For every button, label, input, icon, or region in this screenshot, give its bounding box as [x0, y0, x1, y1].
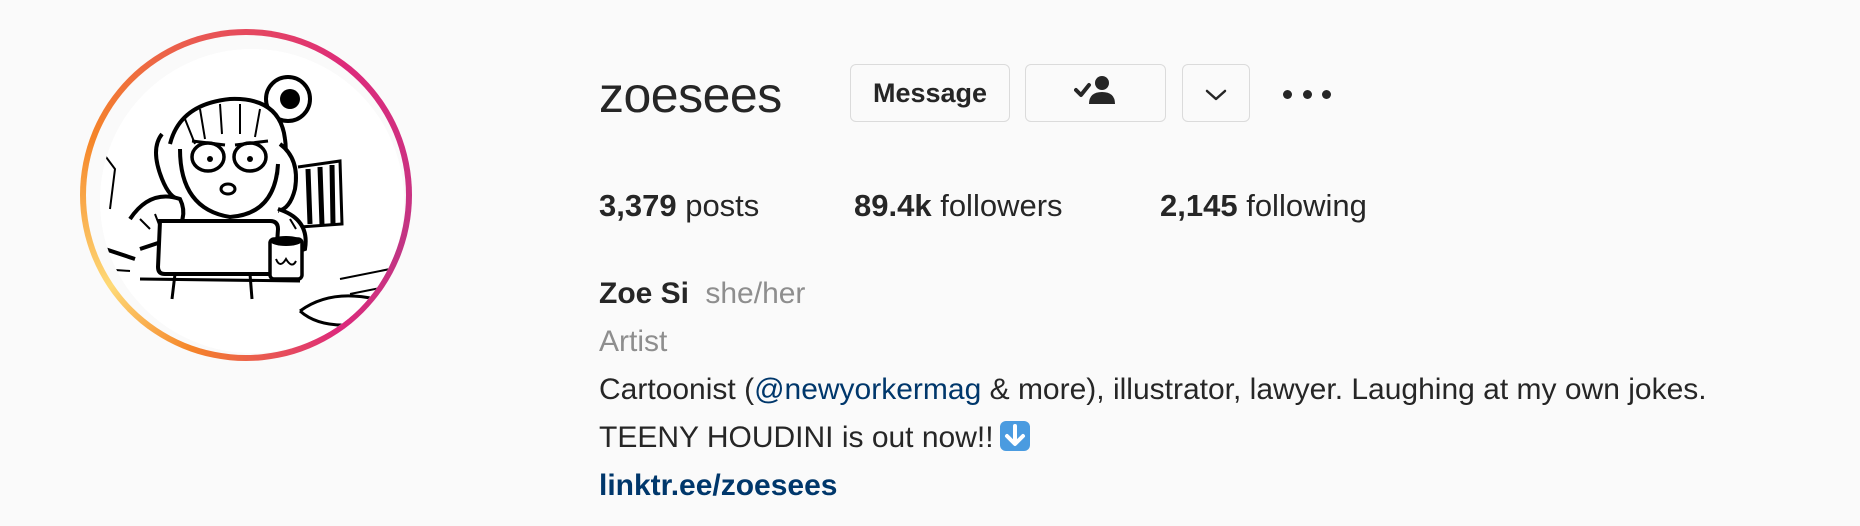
category-label: Artist [599, 325, 668, 358]
cartoon-avatar-icon [100, 49, 404, 353]
posts-count: 3,379 posts [599, 186, 759, 226]
suggested-accounts-dropdown-button[interactable] [1182, 64, 1250, 122]
full-name: Zoe Si [599, 277, 690, 310]
chevron-down-icon [1205, 78, 1227, 109]
avatar-ring-gap [86, 35, 406, 355]
person-check-icon [1073, 75, 1118, 112]
mention-link[interactable]: @newyorkermag [754, 373, 981, 406]
bio-name-row: Zoe Si she/her [599, 274, 805, 314]
following-count-label: following [1246, 188, 1367, 223]
avatar-image [100, 49, 404, 353]
bio-external-link[interactable]: linktr.ee/zoesees [599, 466, 837, 506]
bio-text-before-mention: Cartoonist ( [599, 373, 755, 406]
message-button[interactable]: Message [850, 64, 1010, 122]
following-count-value: 2,145 [1160, 188, 1238, 223]
bio-text-line-2: TEENY HOUDINI is out now!! [599, 418, 1030, 458]
pronouns: she/her [705, 277, 806, 310]
followers-link[interactable]: 89.4k followers [854, 186, 1063, 226]
profile-avatar[interactable] [80, 29, 412, 361]
message-button-label: Message [872, 77, 988, 108]
posts-count-value: 3,379 [599, 188, 677, 223]
dot-icon [1283, 89, 1292, 99]
posts-count-label: posts [685, 188, 760, 223]
username: zoesees [599, 67, 782, 123]
bio-announcement: TEENY HOUDINI is out now!! [599, 421, 994, 454]
bio-text-after-mention: & more), illustrator, lawyer. Laughing a… [981, 373, 1707, 406]
more-options-icon[interactable] [1283, 80, 1331, 108]
followers-count-label: followers [940, 188, 1063, 223]
dot-icon [1322, 89, 1331, 99]
bio-text-line-1: Cartoonist (@newyorkermag & more), illus… [599, 370, 1707, 410]
down-arrow-emoji-icon [999, 421, 1030, 451]
followers-count-value: 89.4k [854, 188, 932, 223]
following-button[interactable] [1025, 64, 1166, 122]
following-link[interactable]: 2,145 following [1160, 186, 1367, 226]
dot-icon [1302, 89, 1312, 99]
